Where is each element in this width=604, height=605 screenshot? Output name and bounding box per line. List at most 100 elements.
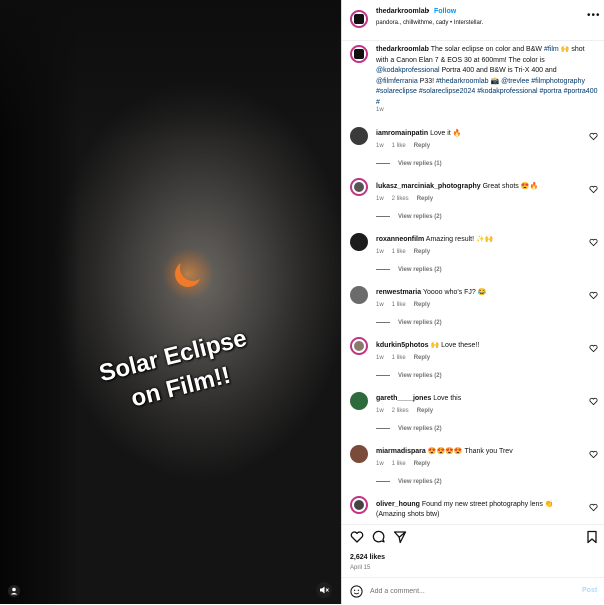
mention[interactable]: @filmferrania — [376, 78, 418, 85]
comment-avatar[interactable] — [350, 445, 368, 463]
comment-likes[interactable]: 2 likes — [392, 196, 409, 202]
heart-icon[interactable] — [589, 291, 598, 300]
view-replies-label[interactable]: View replies (2) — [398, 426, 442, 432]
post-media[interactable]: Solar Eclipse on Film!! — [0, 0, 341, 604]
share-icon[interactable] — [393, 530, 407, 544]
reply-button[interactable]: Reply — [414, 249, 430, 255]
comment-input[interactable] — [370, 584, 560, 598]
header-subtitle[interactable]: pandora., chillwithme, cady • Interstell… — [376, 20, 483, 26]
comment-text: 🙌 Love these!! — [430, 342, 480, 349]
comment-avatar[interactable] — [350, 178, 368, 196]
view-replies-button[interactable]: View replies (2) — [376, 479, 442, 485]
more-icon[interactable]: ••• — [587, 10, 601, 21]
heart-icon[interactable] — [589, 397, 598, 406]
heart-icon[interactable] — [589, 132, 598, 141]
comment-likes[interactable]: 2 likes — [392, 408, 409, 414]
comment-text: Love this — [433, 395, 462, 402]
hashtag[interactable]: #kodakprofessional — [477, 88, 537, 95]
audio-muted-icon[interactable] — [316, 582, 332, 598]
comment-time[interactable]: 1w — [376, 461, 384, 467]
heart-icon[interactable] — [589, 238, 598, 247]
comment-likes[interactable]: 1 like — [392, 461, 406, 467]
view-replies-button[interactable]: View replies (2) — [376, 426, 442, 432]
comment-likes[interactable]: 1 like — [392, 355, 406, 361]
comment-time[interactable]: 1w — [376, 302, 384, 308]
comment-username[interactable]: kdurkin5photos — [376, 342, 429, 349]
hashtag[interactable]: #portra400 — [564, 88, 598, 95]
reply-button[interactable]: Reply — [417, 408, 433, 414]
view-replies-button[interactable]: View replies (2) — [376, 214, 442, 220]
emoji-icon[interactable] — [350, 585, 363, 598]
comment-time[interactable]: 1w — [376, 143, 384, 149]
comment-body: gareth____jones Love this — [376, 394, 581, 404]
comment-time[interactable]: 1w — [376, 355, 384, 361]
comment-icon[interactable] — [372, 530, 386, 544]
follow-button[interactable]: Follow — [434, 8, 456, 15]
view-replies-label[interactable]: View replies (1) — [398, 161, 442, 167]
view-replies-button[interactable]: View replies (1) — [376, 161, 442, 167]
comment-username[interactable]: lukasz_marciniak_photography — [376, 183, 481, 190]
comment-likes[interactable]: 1 like — [392, 302, 406, 308]
comment-avatar[interactable] — [350, 392, 368, 410]
view-replies-label[interactable]: View replies (2) — [398, 214, 442, 220]
comment-avatar[interactable] — [350, 127, 368, 145]
hashtag[interactable]: # — [376, 99, 380, 106]
view-replies-label[interactable]: View replies (2) — [398, 479, 442, 485]
bookmark-icon[interactable] — [585, 530, 599, 544]
avatar[interactable] — [350, 10, 368, 28]
comment-username[interactable]: gareth____jones — [376, 395, 431, 402]
view-replies-button[interactable]: View replies (2) — [376, 267, 442, 273]
comment-row: renwestmaria Yoooo who's FJ? 😂 1w 1 like R… — [342, 284, 604, 336]
comment-body: miarmadispara 😍😍😍😍 Thank you Trev — [376, 447, 581, 457]
reply-button[interactable]: Reply — [414, 461, 430, 467]
reply-button[interactable]: Reply — [414, 143, 430, 149]
reply-button[interactable]: Reply — [414, 355, 430, 361]
caption-time[interactable]: 1w — [376, 107, 384, 113]
header-username[interactable]: thedarkroomlab — [376, 8, 429, 15]
view-replies-label[interactable]: View replies (2) — [398, 373, 442, 379]
caption-text: 📸 — [488, 77, 502, 85]
hashtag[interactable]: #film — [544, 46, 559, 53]
comment-time[interactable]: 1w — [376, 408, 384, 414]
comments-list[interactable]: thedarkroomlab The solar eclipse on colo… — [342, 41, 604, 524]
reply-button[interactable]: Reply — [417, 196, 433, 202]
view-replies-label[interactable]: View replies (2) — [398, 320, 442, 326]
hashtag[interactable]: #solareclipse — [376, 88, 417, 95]
comment-avatar[interactable] — [350, 233, 368, 251]
mention[interactable]: @trevlee — [501, 78, 529, 85]
comment-time[interactable]: 1w — [376, 196, 384, 202]
comment-likes[interactable]: 1 like — [392, 143, 406, 149]
view-replies-button[interactable]: View replies (2) — [376, 373, 442, 379]
heart-icon[interactable] — [589, 185, 598, 194]
hashtag[interactable]: #thedarkroomlab — [436, 78, 489, 85]
heart-icon[interactable] — [589, 503, 598, 512]
view-replies-button[interactable]: View replies (2) — [376, 320, 442, 326]
post-panel: thedarkroomlab • Follow pandora., chillw… — [341, 0, 604, 604]
hashtag[interactable]: #filmphotography — [531, 78, 585, 85]
comment-body: lukasz_marciniak_photography Great shots… — [376, 182, 581, 192]
comment-username[interactable]: miarmadispara — [376, 448, 426, 455]
heart-icon[interactable] — [589, 450, 598, 459]
comment-time[interactable]: 1w — [376, 249, 384, 255]
comment-likes[interactable]: 1 like — [392, 249, 406, 255]
post-date[interactable]: April 15 — [350, 565, 370, 571]
hashtag[interactable]: #solareclipse2024 — [419, 88, 475, 95]
reply-button[interactable]: Reply — [414, 302, 430, 308]
comment-avatar[interactable] — [350, 496, 368, 514]
comment-username[interactable]: roxanneonfilm — [376, 236, 424, 243]
heart-icon[interactable] — [350, 530, 364, 544]
caption-username[interactable]: thedarkroomlab — [376, 46, 429, 53]
comment-avatar[interactable] — [350, 337, 368, 355]
hashtag[interactable]: #portra — [539, 88, 561, 95]
heart-icon[interactable] — [589, 344, 598, 353]
view-replies-label[interactable]: View replies (2) — [398, 267, 442, 273]
comment-username[interactable]: oliver_houng — [376, 501, 420, 508]
likes-count[interactable]: 2,624 likes — [350, 554, 385, 561]
comment-username[interactable]: renwestmaria — [376, 289, 421, 296]
mention[interactable]: @kodakprofessional — [376, 67, 440, 74]
caption-avatar[interactable] — [350, 45, 368, 63]
comment-username[interactable]: iamromainpatin — [376, 130, 428, 137]
comment-avatar[interactable] — [350, 286, 368, 304]
post-button[interactable]: Post — [582, 587, 597, 594]
user-tag-icon[interactable] — [8, 585, 20, 597]
